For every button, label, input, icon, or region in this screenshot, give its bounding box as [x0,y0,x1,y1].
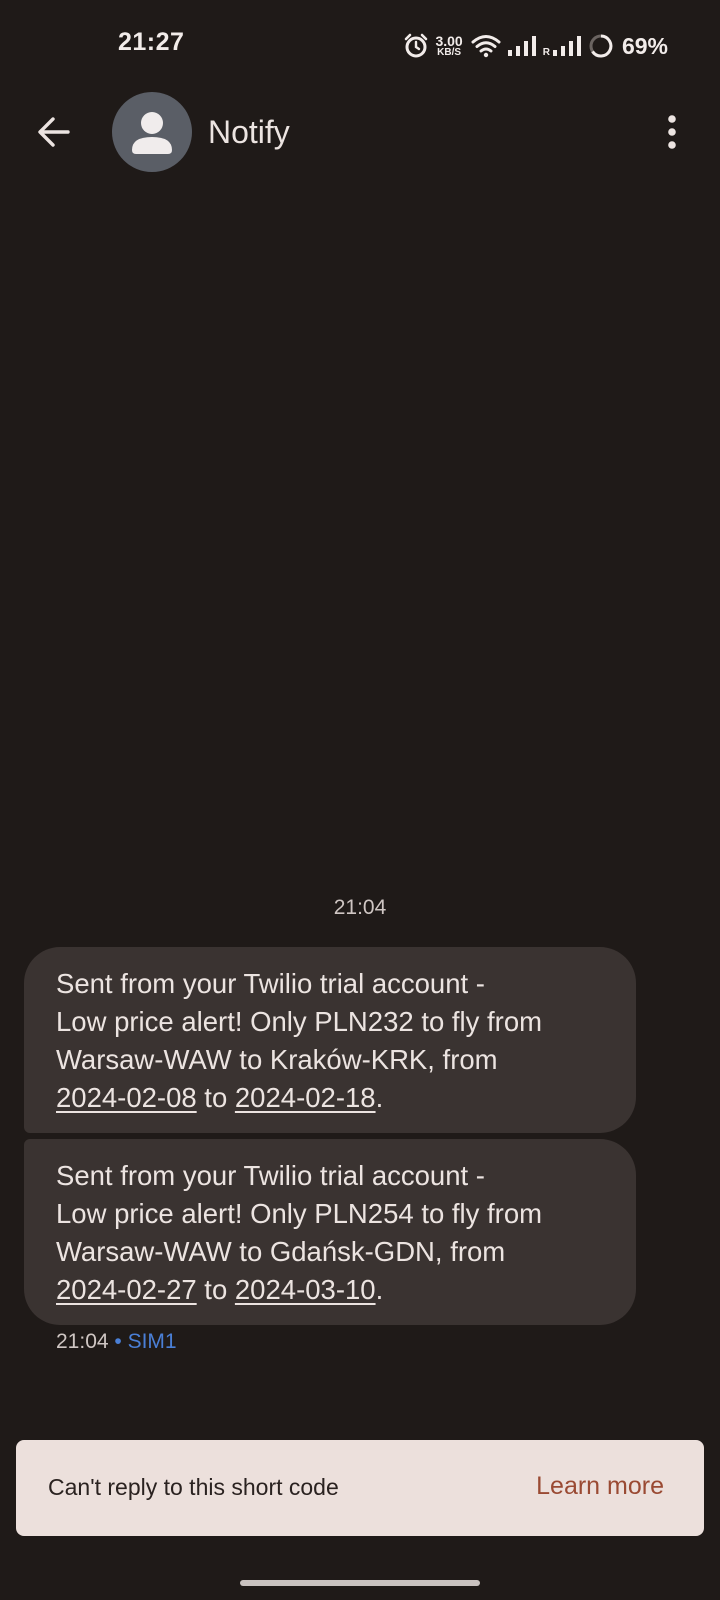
arrow-back-icon [38,117,70,147]
message-bubble[interactable]: Sent from your Twilio trial account - Lo… [24,1139,636,1325]
message-line: Low price alert! Only PLN254 to fly from [56,1198,543,1229]
message-line: Warsaw-WAW to Gdańsk-GDN, from [56,1236,506,1267]
conversation-timestamp: 21:04 [333,896,387,919]
learn-more-button[interactable]: Learn more [536,1472,664,1501]
contact-name[interactable]: Notify [208,114,290,151]
person-icon [132,112,172,154]
status-bar: 21:27 3.00 KB/S R 69% [0,0,720,92]
message-text: . [375,1082,384,1113]
message-line: Low price alert! Only PLN232 to fly from [56,1006,543,1037]
signal-icon [507,36,536,56]
network-speed-value: 3.00 [435,33,463,49]
message-date-line: 2024-02-08 to 2024-02-18. [56,1079,606,1117]
short-code-notice: Can't reply to this short code [48,1474,339,1500]
roaming-indicator: R [542,47,550,58]
status-time: 21:27 [118,28,185,56]
network-speed-unit: KB/S [437,47,462,58]
status-icons: 3.00 KB/S R 69% [403,30,668,62]
date-link[interactable]: 2024-02-18 [235,1082,376,1113]
sim-label: SIM1 [127,1330,177,1353]
battery-icon [589,34,613,58]
message-text: to [196,1082,235,1113]
battery-percentage: 69% [621,32,668,59]
message-line: Warsaw-WAW to Kraków-KRK, from [56,1044,498,1075]
back-button[interactable] [32,110,76,154]
date-link[interactable]: 2024-02-08 [56,1082,197,1113]
message-date-line: 2024-02-27 to 2024-03-10. [56,1271,606,1309]
date-link[interactable]: 2024-02-27 [56,1274,197,1305]
app-bar: Notify [0,92,720,172]
gesture-nav-handle[interactable] [240,1580,480,1586]
short-code-banner: Can't reply to this short code Learn mor… [16,1440,704,1536]
avatar[interactable] [112,92,192,172]
more-options-button[interactable] [660,108,684,156]
alarm-icon [405,33,428,58]
more-vert-icon [668,115,676,149]
message-line: Sent from your Twilio trial account - [56,1160,485,1191]
message-text: to [196,1274,235,1305]
message-bubble[interactable]: Sent from your Twilio trial account - Lo… [24,947,636,1133]
signal-icon [552,36,581,56]
meta-separator: • [108,1330,128,1353]
wifi-icon [471,35,501,58]
date-link[interactable]: 2024-03-10 [235,1274,376,1305]
network-speed: 3.00 KB/S [435,34,462,58]
message-line: Sent from your Twilio trial account - [56,968,485,999]
message-time: 21:04 [56,1330,109,1353]
message-text: . [375,1274,384,1305]
message-meta: 21:04 • SIM1 [56,1330,177,1354]
